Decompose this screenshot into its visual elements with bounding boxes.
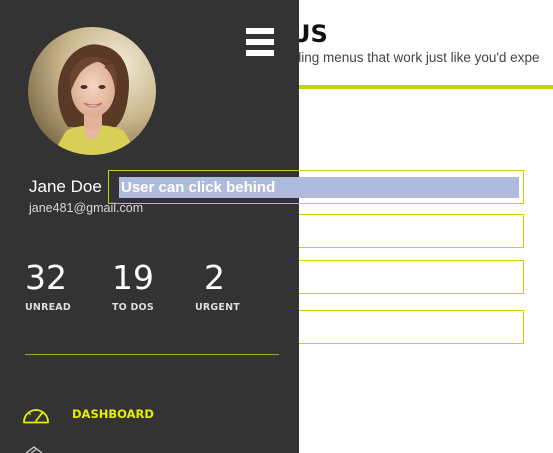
page-subtitle: sliding menus that work just like you'd … (281, 50, 540, 65)
stat-value: 19 (112, 258, 154, 297)
header-accent-bar (280, 85, 553, 89)
stat-todos[interactable]: 19 TO DOS (112, 258, 154, 313)
hamburger-icon[interactable] (246, 28, 274, 56)
click-behind-field[interactable]: User can click behind (108, 170, 524, 204)
stat-urgent[interactable]: 2 URGENT (195, 258, 240, 313)
app-viewport: US sliding menus that work just like you… (0, 0, 553, 453)
click-behind-hint: User can click behind (119, 177, 519, 198)
menu-item-dashboard[interactable]: DASHBOARD (21, 403, 154, 425)
user-photo-icon (28, 27, 156, 155)
avatar (28, 27, 156, 155)
speedometer-icon (23, 409, 49, 424)
stat-value: 32 (25, 258, 67, 297)
menu-item-next-icon[interactable] (24, 446, 46, 453)
stat-unread[interactable]: 32 UNREAD (25, 258, 71, 313)
stat-label: TO DOS (112, 302, 154, 313)
stat-label: UNREAD (25, 302, 71, 313)
side-menu: Jane Doe jane481@gmail.com 32 UNREAD 19 … (0, 0, 299, 453)
stat-label: URGENT (195, 302, 240, 313)
form-input-3[interactable] (283, 260, 524, 294)
form-input-4[interactable] (283, 310, 524, 344)
form-input-2[interactable] (283, 214, 524, 248)
stat-value: 2 (204, 258, 225, 297)
menu-divider (25, 354, 279, 355)
menu-item-label: DASHBOARD (72, 407, 154, 421)
user-name: Jane Doe (29, 177, 102, 196)
